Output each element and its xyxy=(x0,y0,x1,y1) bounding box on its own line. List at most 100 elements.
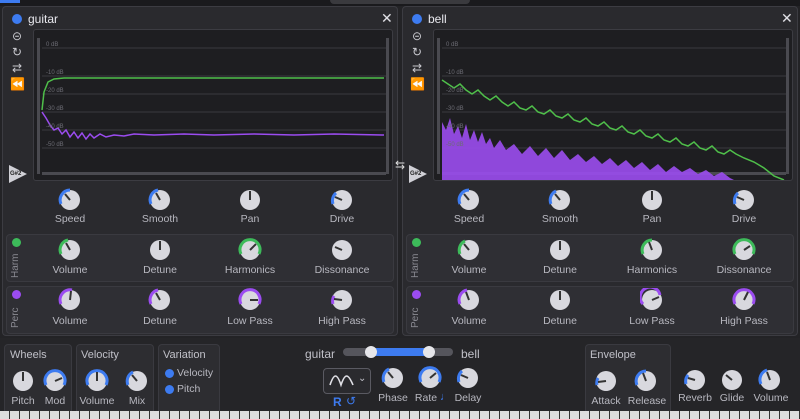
knob-smooth[interactable] xyxy=(148,188,172,212)
knob-label: Volume xyxy=(753,392,789,404)
spectrum-plot[interactable]: 0 dB -10 dB -20 dB -30 dB -40 dB -50 dB xyxy=(433,29,793,181)
knob-reverb[interactable] xyxy=(683,368,707,392)
knob-label: Mod xyxy=(44,395,66,407)
swap-icon[interactable]: ⇄ xyxy=(410,61,424,75)
knob-glide[interactable] xyxy=(720,368,744,392)
variation-velocity-radio[interactable] xyxy=(165,369,174,378)
db-label: -10 dB xyxy=(46,70,64,76)
knob-harm-detune[interactable] xyxy=(548,238,572,262)
close-icon[interactable]: ✕ xyxy=(781,11,793,25)
top-handle[interactable] xyxy=(330,0,470,4)
lfo-shape-dropdown[interactable]: ⌄ xyxy=(323,368,371,394)
reset-icon[interactable]: ↻ xyxy=(10,45,24,59)
loop-icon[interactable]: ↺ xyxy=(346,394,356,408)
panel-title: guitar xyxy=(28,12,59,26)
knob-harm-dissonance[interactable] xyxy=(732,238,756,262)
knob-drive[interactable] xyxy=(330,188,354,212)
knob-label: Release xyxy=(627,395,667,407)
knob-label: Low Pass xyxy=(629,315,675,327)
knob-mod[interactable] xyxy=(43,369,67,393)
top-accent xyxy=(0,0,20,3)
knob-master-volume[interactable] xyxy=(758,368,782,392)
knob-pitch[interactable] xyxy=(11,369,35,393)
sync-arrows-icon[interactable]: ⇆ xyxy=(395,158,405,172)
close-icon[interactable]: ✕ xyxy=(381,11,393,25)
link-icon[interactable]: ⊝ xyxy=(10,29,24,43)
velocity-box: Velocity Volume Mix xyxy=(76,344,154,414)
knob-rate[interactable] xyxy=(418,366,442,390)
plot-scroll-left[interactable] xyxy=(437,38,440,174)
knob-harm-dissonance[interactable] xyxy=(330,238,354,262)
knob-attack[interactable] xyxy=(594,369,618,393)
knob-perc-detune[interactable] xyxy=(148,288,172,312)
knob-perc-highpass[interactable] xyxy=(732,288,756,312)
db-label: -40 dB xyxy=(46,124,64,130)
plot-scroll-left[interactable] xyxy=(37,38,40,174)
knob-perc-lowpass[interactable] xyxy=(640,288,664,312)
knob-velocity-mix[interactable] xyxy=(125,369,149,393)
db-label: 0 dB xyxy=(46,42,58,48)
plot-scroll-right[interactable] xyxy=(386,38,389,174)
knob-label: Dissonance xyxy=(314,264,370,276)
wheels-title: Wheels xyxy=(10,349,47,361)
spectrum-plot[interactable]: 0 dB -10 dB -20 dB -30 dB -40 dB -50 dB xyxy=(33,29,393,181)
knob-label: Phase xyxy=(378,392,408,404)
knob-harm-harmonics[interactable] xyxy=(238,238,262,262)
knob-phase[interactable] xyxy=(381,366,405,390)
db-label: -30 dB xyxy=(446,106,464,112)
morph-handle-right[interactable] xyxy=(423,346,435,358)
knob-pan[interactable] xyxy=(640,188,664,212)
knob-velocity-volume[interactable] xyxy=(85,369,109,393)
knob-drive[interactable] xyxy=(732,188,756,212)
piano-keyboard[interactable] xyxy=(0,411,800,419)
spectrum-svg: 0 dB -10 dB -20 dB -30 dB -40 dB -50 dB xyxy=(437,38,789,181)
knob-perc-volume[interactable] xyxy=(58,288,82,312)
perc-toggle[interactable] xyxy=(412,290,421,299)
knob-label: Pitch xyxy=(11,395,35,407)
link-icon[interactable]: ⊝ xyxy=(410,29,424,43)
knob-delay[interactable] xyxy=(456,366,480,390)
knob-perc-detune[interactable] xyxy=(548,288,572,312)
knob-harm-volume[interactable] xyxy=(457,238,481,262)
knob-harm-volume[interactable] xyxy=(58,238,82,262)
morph-range xyxy=(371,348,429,356)
lfo-mode-label[interactable]: R xyxy=(333,395,342,409)
morph-handle-left[interactable] xyxy=(365,346,377,358)
knob-label: Detune xyxy=(143,315,177,327)
variation-box: Variation Velocity Pitch xyxy=(158,344,220,414)
knob-harm-detune[interactable] xyxy=(148,238,172,262)
panel-active-dot[interactable] xyxy=(412,14,422,24)
perc-toggle[interactable] xyxy=(12,290,21,299)
panel-active-dot[interactable] xyxy=(12,14,22,24)
swap-icon[interactable]: ⇄ xyxy=(10,61,24,75)
perc-curve xyxy=(41,111,385,141)
velocity-title: Velocity xyxy=(81,349,119,361)
knob-perc-highpass[interactable] xyxy=(330,288,354,312)
knob-label: Smooth xyxy=(141,213,179,225)
knob-label: Harmonics xyxy=(224,264,276,276)
variation-pitch-radio[interactable] xyxy=(165,385,174,394)
rewind-icon[interactable]: ⏪ xyxy=(410,77,425,91)
knob-release[interactable] xyxy=(634,369,658,393)
knob-label: Mix xyxy=(128,395,146,407)
variation-option: Velocity xyxy=(177,367,214,379)
morph-slider[interactable] xyxy=(343,346,453,358)
variation-option: Pitch xyxy=(177,383,201,395)
knob-perc-lowpass[interactable] xyxy=(238,288,262,312)
knob-label: Volume xyxy=(451,264,487,276)
knob-harm-harmonics[interactable] xyxy=(640,238,664,262)
knob-speed[interactable] xyxy=(58,188,82,212)
plot-scroll-bottom[interactable] xyxy=(42,172,386,175)
knob-label: Harmonics xyxy=(626,264,678,276)
plot-scroll-right[interactable] xyxy=(786,38,789,174)
knob-label: Volume xyxy=(79,395,115,407)
harm-toggle[interactable] xyxy=(412,238,421,247)
knob-smooth[interactable] xyxy=(548,188,572,212)
harm-toggle[interactable] xyxy=(12,238,21,247)
knob-pan[interactable] xyxy=(238,188,262,212)
knob-perc-volume[interactable] xyxy=(457,288,481,312)
rewind-icon[interactable]: ⏪ xyxy=(10,77,25,91)
knob-label: Speed xyxy=(54,213,86,225)
reset-icon[interactable]: ↻ xyxy=(410,45,424,59)
knob-speed[interactable] xyxy=(457,188,481,212)
